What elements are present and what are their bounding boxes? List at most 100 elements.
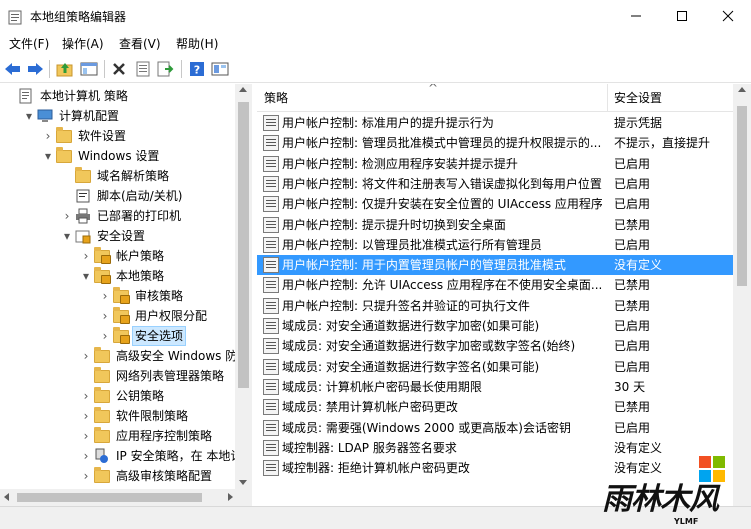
table-row[interactable]: 域成员: 需要强(Windows 2000 或更高版本)会话密钥 已启用	[257, 418, 733, 438]
list-vertical-scrollbar[interactable]	[733, 84, 751, 506]
tree-item[interactable]: › 公钥策略	[80, 386, 166, 406]
tree-item[interactable]: › 帐户策略	[80, 246, 166, 266]
toolbar-separator	[181, 60, 182, 78]
up-folder-button[interactable]	[55, 59, 75, 79]
tree-item[interactable]: ▾ 安全设置	[61, 226, 147, 246]
expand-chevron-icon[interactable]: ›	[61, 206, 73, 226]
help-icon: ?	[190, 62, 204, 77]
collapse-chevron-icon[interactable]: ▾	[61, 226, 73, 246]
tree-item[interactable]: › 高级安全 Windows 防火	[80, 346, 251, 366]
tree-item-label: 域名解析策略	[97, 169, 170, 183]
printer-icon	[75, 208, 91, 224]
collapse-chevron-icon[interactable]: ▾	[42, 146, 54, 166]
minimize-button[interactable]	[613, 0, 659, 32]
tree-item-label: 本地策略	[116, 269, 165, 283]
table-row[interactable]: 域成员: 对安全通道数据进行数字加密或数字签名(始终) 已启用	[257, 336, 733, 356]
help-button[interactable]: ?	[187, 59, 207, 79]
scroll-thumb[interactable]	[17, 493, 202, 502]
tree-item[interactable]: › 软件设置	[42, 126, 128, 146]
table-row[interactable]: 用户帐户控制: 用于内置管理员帐户的管理员批准模式 没有定义	[257, 255, 733, 276]
export-list-button[interactable]	[156, 59, 176, 79]
tree-item[interactable]: 域名解析策略	[61, 166, 171, 186]
policy-name: 域成员: 禁用计算机帐户密码更改	[282, 400, 458, 415]
policy-name: 用户帐户控制: 提示提升时切换到安全桌面	[282, 217, 506, 232]
back-button[interactable]	[3, 59, 23, 79]
menu-help[interactable]: 帮助(H)	[175, 36, 219, 52]
tree-item[interactable]: › 安全选项	[99, 326, 187, 346]
expand-chevron-icon[interactable]: ›	[80, 246, 92, 266]
view-icon	[211, 62, 229, 76]
expand-chevron-icon[interactable]: ›	[99, 306, 111, 326]
forward-button[interactable]	[25, 59, 45, 79]
lock-folder-icon	[113, 287, 130, 304]
delete-button[interactable]	[109, 59, 129, 79]
tree-item[interactable]: 本地计算机 策略	[4, 86, 130, 106]
scroll-down-arrow[interactable]	[239, 480, 247, 485]
menu-action[interactable]: 操作(A)	[61, 36, 105, 52]
table-row[interactable]: 用户帐户控制: 标准用户的提升提示行为 提示凭据	[257, 113, 733, 133]
scroll-up-arrow[interactable]	[239, 87, 247, 92]
expand-chevron-icon[interactable]: ›	[80, 446, 92, 466]
tree-item[interactable]: 网络列表管理器策略	[80, 366, 226, 386]
tree-horizontal-scrollbar[interactable]	[0, 489, 252, 506]
expand-chevron-icon[interactable]: ›	[80, 406, 92, 426]
expand-chevron-icon[interactable]: ›	[80, 346, 92, 366]
expand-chevron-icon[interactable]: ›	[99, 286, 111, 306]
tree-item[interactable]: › 审核策略	[99, 286, 185, 306]
scroll-left-arrow[interactable]	[4, 493, 9, 501]
menu-view[interactable]: 查看(V)	[118, 36, 162, 52]
tree-item[interactable]: › IP 安全策略，在 本地计算	[80, 446, 251, 466]
properties-button[interactable]	[133, 59, 153, 79]
view-button[interactable]	[210, 59, 230, 79]
tree-item[interactable]: 脚本(启动/关机)	[61, 186, 184, 206]
table-row[interactable]: 用户帐户控制: 允许 UIAccess 应用程序在不使用安全桌面... 已禁用	[257, 275, 733, 295]
expand-chevron-icon[interactable]: ›	[80, 466, 92, 486]
tree-item[interactable]: › 已部署的打印机	[61, 206, 183, 226]
tree-item[interactable]: › 应用程序控制策略	[80, 426, 214, 446]
folder-icon	[94, 407, 110, 424]
table-row[interactable]: 用户帐户控制: 检测应用程序安装并提示提升 已启用	[257, 154, 733, 174]
table-row[interactable]: 用户帐户控制: 仅提升安装在安全位置的 UIAccess 应用程序 已启用	[257, 194, 733, 214]
table-row[interactable]: 用户帐户控制: 将文件和注册表写入错误虚拟化到每用户位置 已启用	[257, 174, 733, 194]
policy-setting-icon	[263, 135, 279, 152]
table-row[interactable]: 域成员: 对安全通道数据进行数字加密(如果可能) 已启用	[257, 316, 733, 336]
tree-item[interactable]: › 用户权限分配	[99, 306, 209, 326]
tree-item[interactable]: ▾ Windows 设置	[42, 146, 161, 166]
expand-chevron-icon[interactable]: ›	[80, 426, 92, 446]
tree-item[interactable]: ▾ 计算机配置	[23, 106, 121, 126]
expand-chevron-icon[interactable]: ›	[99, 326, 111, 346]
policy-name: 用户帐户控制: 以管理员批准模式运行所有管理员	[282, 237, 542, 252]
close-button[interactable]	[705, 0, 751, 32]
collapse-chevron-icon[interactable]: ▾	[80, 266, 92, 286]
scroll-up-arrow[interactable]	[738, 87, 746, 92]
menu-file[interactable]: 文件(F)	[8, 36, 50, 52]
tree-vertical-scrollbar[interactable]	[235, 84, 252, 490]
scroll-right-arrow[interactable]	[228, 493, 233, 501]
policy-name: 用户帐户控制: 用于内置管理员帐户的管理员批准模式	[282, 258, 566, 273]
expand-chevron-icon[interactable]: ›	[80, 386, 92, 406]
tree-item-label: 高级审核策略配置	[116, 469, 213, 483]
policy-name: 用户帐户控制: 标准用户的提升提示行为	[282, 116, 494, 130]
maximize-button[interactable]	[659, 0, 705, 32]
show-hide-tree-icon	[80, 62, 98, 76]
table-row[interactable]: 域成员: 禁用计算机帐户密码更改 已禁用	[257, 397, 733, 417]
table-row[interactable]: 用户帐户控制: 管理员批准模式中管理员的提升权限提示的... 不提示，直接提升	[257, 133, 733, 153]
tree-item[interactable]: ▾ 本地策略	[80, 266, 166, 286]
scroll-thumb[interactable]	[737, 106, 747, 286]
column-header-security-setting[interactable]: 安全设置	[614, 90, 662, 106]
tree-item[interactable]: › 软件限制策略	[80, 406, 190, 426]
table-row[interactable]: 域成员: 计算机帐户密码最长使用期限 30 天	[257, 377, 733, 397]
tree-item[interactable]: › 高级审核策略配置	[80, 466, 214, 486]
column-divider[interactable]	[607, 84, 608, 112]
show-hide-tree-button[interactable]	[79, 59, 99, 79]
lock-folder-icon	[113, 327, 130, 344]
collapse-chevron-icon[interactable]: ▾	[23, 106, 35, 126]
table-row[interactable]: 域成员: 对安全通道数据进行数字签名(如果可能) 已启用	[257, 357, 733, 377]
scroll-thumb[interactable]	[238, 102, 249, 388]
expand-chevron-icon[interactable]: ›	[42, 126, 54, 146]
table-row[interactable]: 用户帐户控制: 只提升签名并验证的可执行文件 已禁用	[257, 296, 733, 316]
table-row[interactable]: 用户帐户控制: 提示提升时切换到安全桌面 已禁用	[257, 215, 733, 235]
security-icon	[75, 228, 91, 244]
table-row[interactable]: 用户帐户控制: 以管理员批准模式运行所有管理员 已启用	[257, 235, 733, 255]
column-header-policy[interactable]: 策略	[264, 90, 288, 106]
